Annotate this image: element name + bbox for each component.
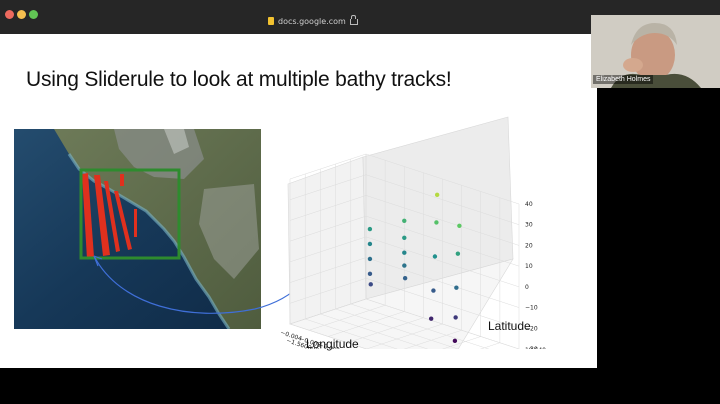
- scatter-point-0-0: [367, 226, 373, 232]
- scatter-point-3-0: [457, 223, 462, 228]
- scatter-point-1-4: [402, 275, 408, 281]
- address-text: docs.google.com: [278, 16, 346, 26]
- minimize-window-icon[interactable]: [17, 10, 26, 19]
- maximize-window-icon[interactable]: [29, 10, 38, 19]
- x-axis-label: Longitude: [306, 337, 359, 351]
- z-tick-label: 30: [525, 222, 533, 229]
- meeting-controls-bar: [0, 368, 720, 404]
- presentation-slide: Using Sliderule to look at multiple bath…: [0, 34, 597, 368]
- participant-video[interactable]: Elizabeth Holmes: [591, 15, 720, 88]
- scatter-point-1-1: [402, 235, 407, 240]
- scatter-point-1-3: [402, 263, 407, 268]
- google-docs-favicon-icon: [268, 17, 274, 25]
- close-window-icon[interactable]: [5, 10, 14, 19]
- scatter-point-3-1: [455, 251, 461, 256]
- slide-title: Using Sliderule to look at multiple bath…: [26, 68, 452, 91]
- scatter-point-2-3: [431, 288, 436, 293]
- scatter-point-1-0: [402, 218, 407, 223]
- address-bar[interactable]: docs.google.com: [268, 14, 358, 28]
- y-axis-label: Latitude: [488, 319, 531, 333]
- scatter-point-0-1: [367, 241, 373, 247]
- lock-icon: [349, 15, 358, 25]
- scatter-point-0-2: [367, 256, 373, 262]
- scatter-point-0-3: [367, 271, 373, 277]
- z-tick-label: 40: [525, 201, 533, 208]
- z-tick-label: 10: [525, 263, 533, 270]
- scatter-point-1-2: [402, 250, 407, 255]
- scatter-point-2-0: [434, 192, 440, 198]
- participant-name-label: Elizabeth Holmes: [593, 75, 654, 84]
- z-tick-label: 20: [525, 242, 533, 249]
- scatter-point-3-3: [453, 315, 458, 320]
- scatter-point-3-4: [452, 338, 458, 344]
- z-tick-label: 0: [525, 284, 529, 291]
- scatter-point-3-2: [454, 285, 459, 290]
- scatter-point-0-4: [368, 282, 373, 287]
- scatter-point-2-2: [432, 254, 438, 259]
- scatter-point-2-4: [428, 316, 434, 321]
- scatter-point-2-1: [434, 220, 439, 225]
- bathy-3d-scatter-plot: 403020100−10−20−30 19.63019.63219.63419.…: [279, 116, 546, 349]
- y-tick-label: 19.640: [525, 347, 546, 349]
- z-tick-label: −10: [525, 305, 538, 312]
